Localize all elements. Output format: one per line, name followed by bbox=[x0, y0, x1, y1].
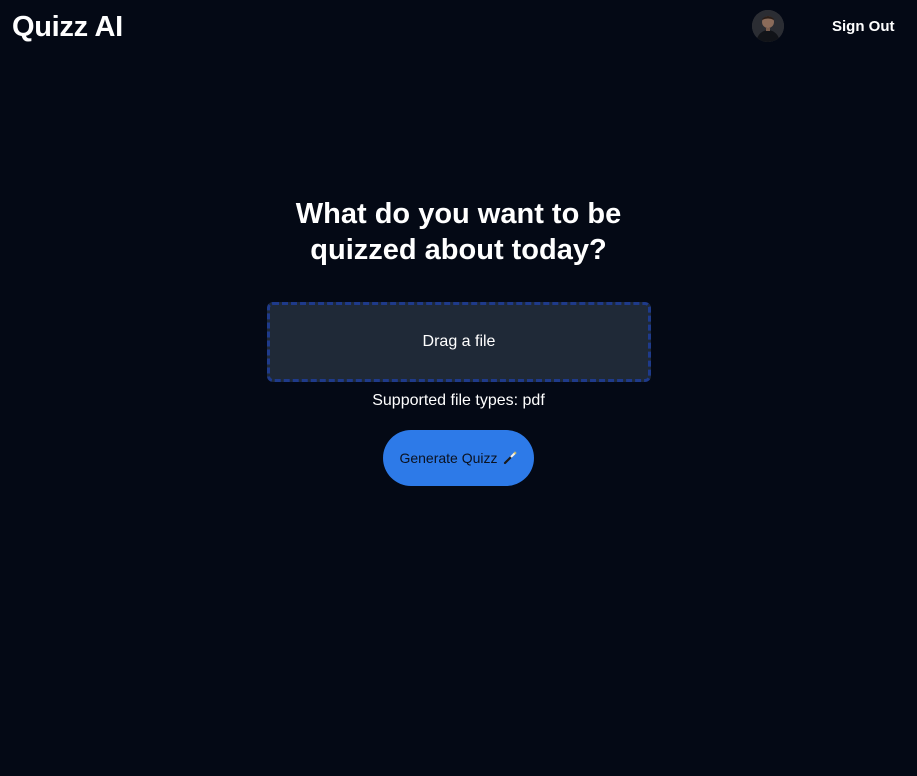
sign-out-button[interactable]: Sign Out bbox=[820, 14, 907, 40]
file-dropzone[interactable]: Drag a file bbox=[267, 302, 651, 382]
header: Quizz AI Sign Out bbox=[0, 0, 917, 56]
page-title: What do you want to be quizzed about tod… bbox=[295, 198, 622, 266]
page: Quizz AI Sign Out What do you want to be… bbox=[0, 0, 917, 776]
user-avatar[interactable] bbox=[752, 10, 784, 42]
generate-quizz-button[interactable]: Generate Quizz bbox=[383, 430, 534, 486]
supported-file-types: Supported file types: pdf bbox=[372, 392, 545, 409]
magic-wand-icon bbox=[502, 450, 518, 466]
dropzone-label: Drag a file bbox=[422, 333, 496, 350]
main-content: What do you want to be quizzed about tod… bbox=[0, 196, 917, 486]
app-logo[interactable]: Quizz AI bbox=[12, 10, 123, 44]
avatar-icon bbox=[752, 10, 784, 42]
generate-button-label: Generate Quizz bbox=[399, 450, 498, 466]
